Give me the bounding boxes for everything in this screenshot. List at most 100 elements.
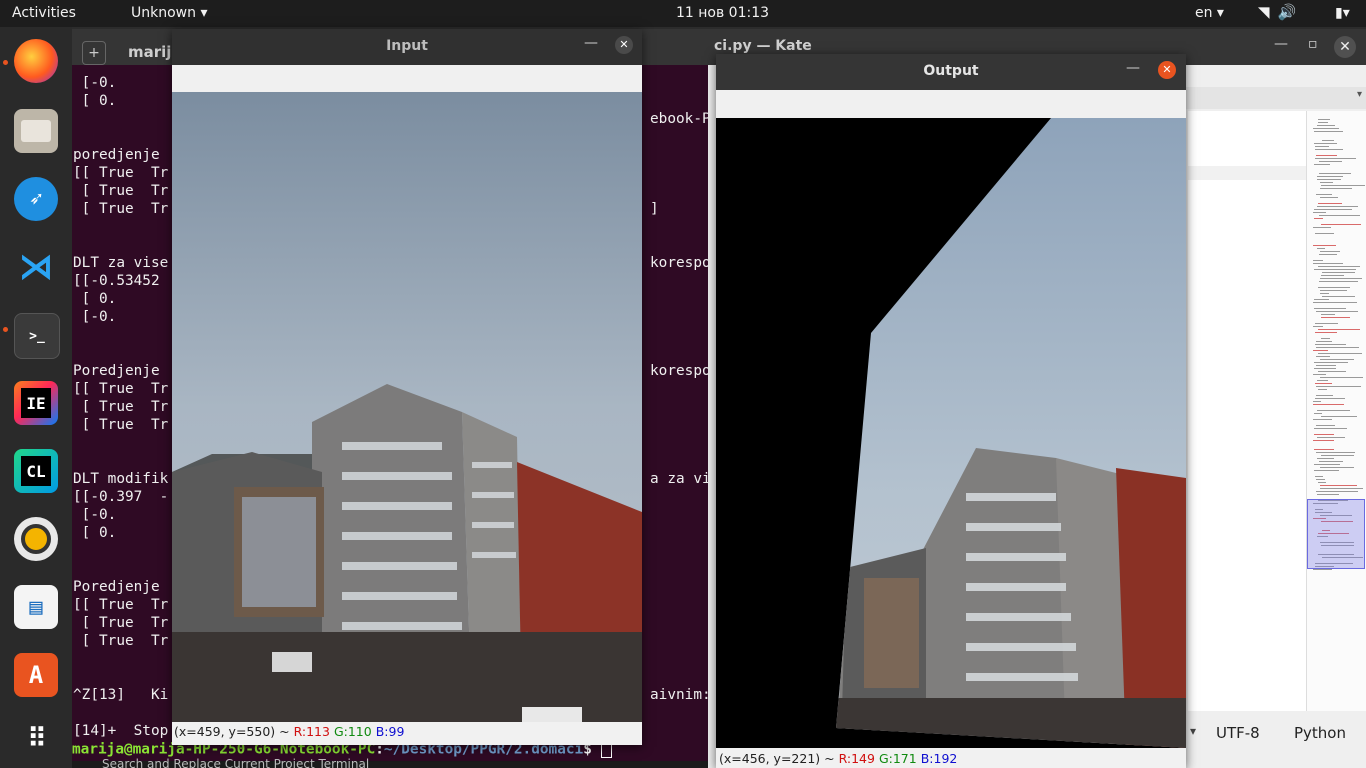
minimap-line	[1322, 140, 1334, 141]
minimap-line	[1315, 233, 1334, 234]
minimap-line	[1315, 158, 1356, 159]
terminal-line: ^Z[13] Ki	[73, 687, 169, 703]
minimap-line	[1316, 356, 1330, 357]
minimap-line	[1316, 452, 1355, 453]
kate-title: ci.py — Kate	[714, 38, 812, 54]
chevron-down-icon[interactable]: ▾	[1190, 724, 1196, 738]
minimap-line	[1319, 215, 1360, 216]
close-icon[interactable]: ✕	[1334, 36, 1356, 58]
minimap-line	[1320, 251, 1340, 252]
minimize-icon[interactable]: —	[1274, 36, 1288, 52]
minimap-line	[1321, 224, 1361, 225]
output-toolbar	[716, 90, 1186, 118]
minimap-line	[1317, 410, 1350, 411]
minimap-line	[1315, 383, 1332, 384]
kate-statusbar: ▾ UTF-8 Python	[1186, 719, 1366, 749]
output-image[interactable]	[716, 118, 1186, 748]
input-coords: (x=459, y=550) ~	[174, 724, 294, 739]
minimap[interactable]	[1306, 111, 1366, 711]
volume-icon: 🔊	[1277, 3, 1305, 21]
input-image[interactable]	[172, 92, 642, 722]
language-selector[interactable]: Python	[1294, 724, 1346, 742]
input-r-value: R:113	[293, 724, 330, 739]
minimap-line	[1314, 164, 1330, 165]
terminal-line: [[-0.397 -	[73, 489, 169, 505]
terminal-line-fragment: ]	[650, 201, 659, 217]
minimap-line	[1316, 425, 1335, 426]
minimap-line	[1317, 380, 1328, 381]
minimap-line	[1320, 488, 1363, 489]
output-titlebar[interactable]: Output — ✕	[716, 54, 1186, 90]
input-titlebar[interactable]: Input — ✕	[172, 29, 642, 65]
firefox-icon[interactable]	[14, 39, 58, 83]
minimap-line	[1313, 419, 1332, 420]
terminal-line: [-0.	[73, 309, 117, 325]
minimap-line	[1321, 314, 1335, 315]
minimap-line	[1320, 293, 1329, 294]
maximize-icon[interactable]: ▫	[1308, 36, 1318, 52]
minimap-line	[1317, 125, 1335, 126]
terminal-line: Poredjenje	[73, 579, 160, 595]
vscode-icon[interactable]: ⋊	[14, 245, 58, 289]
rhythmbox-icon[interactable]	[14, 517, 58, 561]
minimap-line	[1318, 119, 1330, 120]
input-image-window[interactable]: Input — ✕ (x=459, y=550) ~ R:113 G:110 B…	[172, 29, 642, 745]
dock: ➶ ⋊ >_ IE CL ▤ A ⠿	[0, 27, 72, 768]
minimap-line	[1319, 161, 1342, 162]
software-center-icon[interactable]: A	[14, 653, 58, 697]
terminal-line: Poredjenje	[73, 363, 160, 379]
close-icon[interactable]: ✕	[615, 36, 633, 54]
minimap-viewport[interactable]	[1307, 499, 1365, 569]
clock[interactable]: 11 нов 01:13	[676, 5, 769, 21]
clion-icon[interactable]: CL	[14, 449, 58, 493]
minimap-line	[1320, 485, 1357, 486]
minimap-line	[1314, 449, 1334, 450]
minimap-line	[1318, 329, 1360, 330]
chevron-down-icon[interactable]: ▾	[1357, 89, 1362, 100]
app-menu[interactable]: Unknown ▾	[131, 5, 207, 21]
minimap-line	[1317, 179, 1341, 180]
minimap-line	[1321, 275, 1344, 276]
battery-icon[interactable]: ▮▾	[1335, 5, 1350, 21]
minimap-line	[1320, 278, 1362, 279]
minimap-line	[1316, 155, 1337, 156]
current-line-highlight	[1188, 166, 1306, 180]
terminal-icon[interactable]: >_	[14, 313, 60, 359]
output-image-window[interactable]: Output — ✕ (x=456, y=221) ~ R:149 G:171 …	[716, 54, 1186, 768]
close-icon[interactable]: ✕	[1158, 61, 1176, 79]
input-toolbar	[172, 65, 642, 92]
minimap-line	[1320, 188, 1352, 189]
input-status: (x=459, y=550) ~ R:113 G:110 B:99	[174, 724, 404, 739]
terminal-line: [[ True Tr	[73, 597, 169, 613]
minimize-icon[interactable]: —	[1126, 60, 1140, 76]
output-r-value: R:149	[838, 751, 875, 766]
input-photo-building	[172, 92, 642, 722]
system-tray[interactable]: ◥🔊	[1258, 3, 1304, 21]
minimize-icon[interactable]: —	[584, 35, 598, 51]
new-tab-icon[interactable]: +	[82, 41, 106, 65]
show-apps-icon[interactable]: ⠿	[14, 717, 58, 761]
intellij-icon[interactable]: IE	[14, 381, 58, 425]
minimap-line	[1317, 494, 1339, 495]
language-indicator[interactable]: en ▾	[1195, 5, 1224, 21]
kate-toolview-bar: Search and Replace Current Project Termi…	[72, 757, 720, 768]
minimap-line	[1314, 218, 1323, 219]
toolview-tabs[interactable]: Search and Replace Current Project Termi…	[102, 757, 369, 768]
minimap-line	[1316, 386, 1361, 387]
kate-editor[interactable]	[1188, 111, 1366, 711]
minimap-line	[1314, 362, 1348, 363]
terminal-line: [ True Tr	[73, 183, 169, 199]
minimap-line	[1316, 491, 1358, 492]
minimap-line	[1313, 263, 1343, 264]
terminal-line: [ 0.	[73, 93, 117, 109]
minimap-line	[1316, 365, 1336, 366]
terminal-line: poredjenje	[73, 147, 160, 163]
terminal-line: [ 0.	[73, 525, 117, 541]
encoding-selector[interactable]: UTF-8	[1216, 724, 1260, 742]
running-indicator	[3, 60, 8, 65]
kite-icon[interactable]: ➶	[14, 177, 58, 221]
minimap-line	[1315, 146, 1329, 147]
libreoffice-impress-icon[interactable]: ▤	[14, 585, 58, 629]
files-icon[interactable]	[14, 109, 58, 153]
activities-button[interactable]: Activities	[12, 5, 76, 21]
